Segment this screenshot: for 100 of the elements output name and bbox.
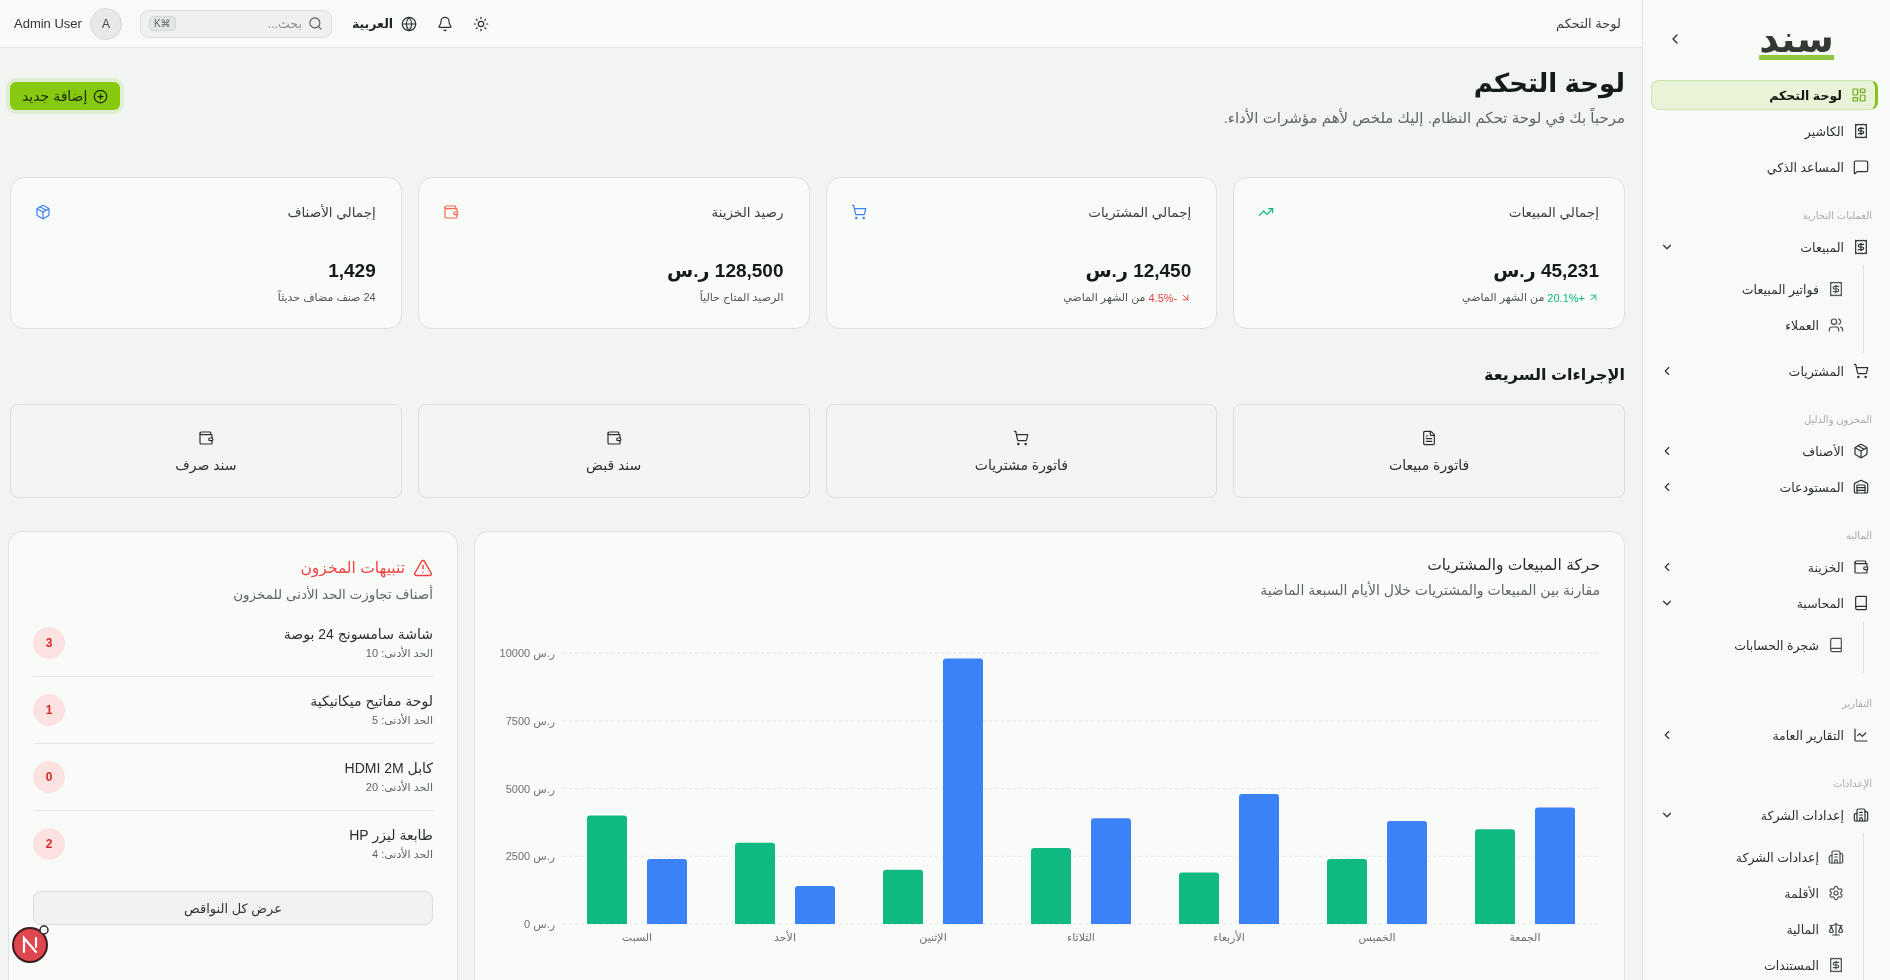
cart-icon [850,204,867,221]
nav-item[interactable]: الأصناف [1651,436,1878,466]
stat-value: 45,231 ر.س [1492,259,1599,283]
user-avatar[interactable]: A [89,7,122,40]
globe-icon [401,15,418,32]
nav-item[interactable]: إعدادات الشركة [1651,842,1853,872]
stat-title: إجمالي الأصناف [287,204,376,221]
users-icon [1828,317,1844,333]
box-icon [1853,443,1869,459]
plus-circle-icon [93,88,109,104]
trend-value: -4.5% [1148,291,1178,304]
quantity-badge: 0 [33,761,65,794]
nav-item[interactable]: المشتريات [1651,356,1878,386]
scale-icon [1828,921,1844,937]
wallet-icon [605,429,622,446]
quick-action-button[interactable]: فاتورة مبيعات [1233,404,1625,499]
nav-item[interactable]: المستندات [1651,950,1853,980]
section-label: المالية [1844,530,1873,542]
warning-icon [413,558,433,579]
x-axis-label: الإثنين [919,931,947,944]
nav-item[interactable]: إعدادات الشركة [1651,800,1878,830]
nav-item[interactable]: المستودعات [1651,472,1878,502]
building-icon [1828,849,1844,865]
nav-item[interactable]: المساعد الذكي [1651,152,1878,182]
item-name: لوحة مفاتيح ميكانيكية [310,693,433,710]
stat-value: 12,450 ر.س [1084,259,1192,283]
section-label: الإعدادات [1831,778,1873,790]
trend-value: +20.1% [1547,291,1585,304]
quick-action-button[interactable]: سند صرف [10,404,402,499]
keyboard-shortcut: ⌘K [148,16,176,31]
logo: سند [1759,19,1834,58]
item-name: طابعة ليزر HP [349,827,433,844]
nav-item[interactable]: المحاسبة [1651,588,1878,618]
section-label: المخزون والدليل [1802,414,1873,426]
document-icon [1421,429,1438,446]
nav-item[interactable]: الأقلمة [1651,878,1853,908]
alerts-subtitle: أصناف تجاوزت الحد الأدنى للمخزون [232,586,433,603]
nav-item[interactable]: شجرة الحسابات [1651,630,1853,660]
stat-title: رصيد الخزينة [711,204,784,221]
wallet-icon [1853,559,1869,575]
x-axis-label: الثلاثاء [1067,931,1095,944]
item-minimum: الحد الأدنى: 5 [370,714,433,728]
notifications-button[interactable] [437,15,454,32]
section-label: التقارير [1840,698,1873,710]
add-new-button[interactable]: إضافة جديد [10,82,121,110]
box-icon [35,204,51,221]
view-shortages-button[interactable]: عرض كل النواقص [33,891,433,926]
cart-icon [1853,363,1869,379]
quick-action-button[interactable]: فاتورة مشتريات [825,404,1218,499]
y-axis-label: 10000 ر.س [499,647,555,660]
stat-title: إجمالي المبيعات [1508,204,1599,221]
item-minimum: الحد الأدنى: 10 [364,647,433,661]
stat-value: 128,500 ر.س [666,259,784,283]
x-axis-label: الأحد [774,931,796,944]
grid-icon [1851,87,1867,103]
section-label: العمليات التجارية [1801,210,1873,222]
nav-item[interactable]: الكاشير [1651,116,1878,146]
y-axis-label: 2500 ر.س [505,850,555,863]
x-axis-label: الأربعاء [1213,931,1245,944]
chat-bubble-icon [1853,159,1869,175]
section-title: الإجراءات السريعة [1482,365,1625,385]
nav-item[interactable]: فواتير المبيعات [1651,274,1853,304]
stat-note: الرصيد المتاح حالياً [699,291,784,305]
line-chart-icon [1853,727,1869,743]
nav-item[interactable]: المبيعات [1651,232,1878,262]
book-icon [1853,595,1869,611]
x-axis-label: الخميس [1358,931,1396,944]
item-name: شاشة سامسونج 24 بوصة [283,626,433,643]
n-logo-badge-icon[interactable] [11,924,51,964]
y-axis-label: 7500 ر.س [505,714,555,727]
language-button[interactable]: العربية [351,15,418,32]
quantity-badge: 3 [33,627,65,660]
sun-icon [473,15,490,32]
y-axis-label: 0 ر.س [524,918,555,931]
page-title: لوحة التحكم [1472,67,1625,101]
item-minimum: الحد الأدنى: 20 [364,781,433,795]
nav-item[interactable]: التقارير العامة [1651,720,1878,750]
quick-action-button[interactable]: سند قبض [417,404,810,499]
receipt-icon [1828,281,1844,297]
stat-note: من الشهر الماضي [1063,291,1146,305]
receipt-icon [1853,239,1869,255]
warehouse-icon [1853,479,1869,495]
item-name: كابل HDMI 2M [344,760,433,777]
nav-item[interactable]: لوحة التحكم [1651,80,1878,110]
nav-item[interactable]: المالية [1651,914,1853,944]
search-input[interactable]: بحث... [181,10,302,37]
nav-item[interactable]: الخزينة [1651,552,1878,582]
user-name: Admin User [14,16,82,31]
quantity-badge: 2 [33,828,65,861]
theme-toggle-button[interactable] [473,15,490,32]
wallet-icon [197,429,214,446]
chart-title: حركة المبيعات والمشتريات [1426,556,1600,575]
building-icon [1853,807,1869,823]
quantity-badge: 1 [33,694,65,727]
receipt-icon [1828,957,1844,973]
alerts-title: تنبيهات المخزون [300,559,405,578]
book-icon [1828,637,1844,653]
stat-note: من الشهر الماضي [1462,291,1545,305]
gear-icon [1828,885,1844,901]
nav-item[interactable]: العملاء [1651,310,1853,340]
